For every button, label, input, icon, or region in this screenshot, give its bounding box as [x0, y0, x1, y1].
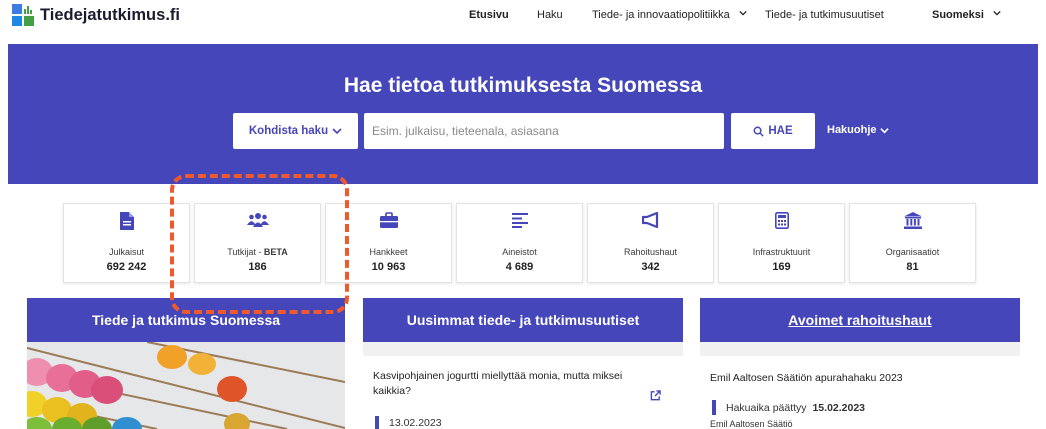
target-search-label: Kohdista haku [248, 125, 329, 137]
date-marker [375, 416, 379, 429]
news-item-date: 13.02.2023 [389, 417, 442, 429]
language-label: Suomeksi [932, 9, 984, 21]
funding-item[interactable]: Emil Aaltosen Säätiön apurahahaku 2023 H… [700, 356, 1020, 429]
search-icon [753, 126, 764, 137]
stat-value: 81 [906, 261, 919, 273]
search-hero: Hae tietoa tutkimuksesta Suomessa Kohdis… [8, 44, 1038, 184]
logo-text: Tiedejatutkimus.fi [40, 5, 180, 24]
chevron-down-icon [879, 127, 889, 133]
search-help-link[interactable]: Hakuohje [827, 124, 889, 136]
funding-header[interactable]: Avoimet rahoitushaut [700, 298, 1020, 342]
hero-title: Hae tietoa tutkimuksesta Suomessa [343, 74, 703, 97]
language-selector[interactable]: Suomeksi [932, 9, 1001, 21]
stat-value: 342 [641, 261, 660, 273]
logo-icon [12, 4, 34, 26]
institution-icon [903, 212, 922, 229]
search-button-label: HAE [768, 125, 793, 137]
stat-label: Organisaatiot [885, 247, 940, 257]
stat-label: Rahoitushaut [623, 247, 678, 257]
funding-header-link[interactable]: Avoimet rahoitushaut [788, 312, 931, 328]
news-header: Uusimmat tiede- ja tutkimusuutiset [363, 298, 683, 342]
chevron-down-icon [332, 128, 342, 135]
external-link-icon[interactable] [650, 390, 661, 401]
deadline-row: Hakuaika päättyy 15.02.2023 [726, 402, 865, 414]
abacus-illustration [27, 342, 345, 429]
stat-label: Infrastruktuurit [752, 247, 811, 257]
stat-card-aineistot[interactable]: Aineistot 4 689 [456, 203, 583, 283]
calculator-icon [774, 212, 789, 229]
nav-haku[interactable]: Haku [537, 9, 563, 21]
nav-tiede-ja-innovaatiopolitiikka[interactable]: Tiede- ja innovaatiopolitiikka [592, 9, 747, 21]
deadline-label: Hakuaika päättyy [726, 402, 807, 414]
news-header-title: Uusimmat tiede- ja tutkimusuutiset [406, 312, 640, 328]
science-in-finland-title: Tiede ja tutkimus Suomessa [91, 312, 281, 328]
nav-etusivu[interactable]: Etusivu [469, 9, 509, 21]
chevron-down-icon [993, 10, 1001, 16]
deadline-marker [712, 400, 716, 415]
deadline-date: 15.02.2023 [812, 402, 866, 414]
funding-organization: Emil Aaltosen Säätiö [710, 419, 793, 429]
news-item-title[interactable]: Kasvipohjainen jogurtti miellyttää monia… [373, 369, 633, 399]
search-help-label: Hakuohje [827, 124, 877, 136]
target-search-button[interactable]: Kohdista haku [233, 113, 358, 149]
nav-tiede-ja-innovaatiopolitiikka-label: Tiede- ja innovaatiopolitiikka [592, 9, 730, 21]
abacus-image [27, 342, 345, 429]
stat-card-infrastruktuurit[interactable]: Infrastruktuurit 169 [718, 203, 845, 283]
news-item[interactable]: Kasvipohjainen jogurtti miellyttää monia… [363, 356, 683, 429]
news-panel: Kasvipohjainen jogurtti miellyttää monia… [363, 342, 683, 429]
top-navigation: Tiedejatutkimus.fi Etusivu Haku Tiede- j… [0, 0, 1046, 32]
lines-icon [511, 213, 528, 228]
nav-tiede-ja-tutkimusuutiset[interactable]: Tiede- ja tutkimusuutiset [765, 9, 884, 21]
stat-card-rahoitushaut[interactable]: Rahoitushaut 342 [587, 203, 714, 283]
highlight-annotation [170, 174, 349, 314]
search-input[interactable] [364, 113, 724, 149]
briefcase-icon [379, 212, 398, 228]
stat-card-organisaatiot[interactable]: Organisaatiot 81 [849, 203, 976, 283]
document-icon [119, 212, 134, 230]
funding-panel: Emil Aaltosen Säätiön apurahahaku 2023 H… [700, 342, 1020, 429]
megaphone-icon [641, 212, 658, 228]
site-logo[interactable]: Tiedejatutkimus.fi [12, 4, 180, 26]
funding-item-title[interactable]: Emil Aaltosen Säätiön apurahahaku 2023 [710, 371, 1010, 386]
search-button[interactable]: HAE [731, 113, 815, 149]
stat-value: 4 689 [505, 261, 534, 273]
stat-value: 169 [772, 261, 791, 273]
stat-label: Aineistot [502, 247, 537, 257]
chevron-down-icon [739, 10, 747, 16]
